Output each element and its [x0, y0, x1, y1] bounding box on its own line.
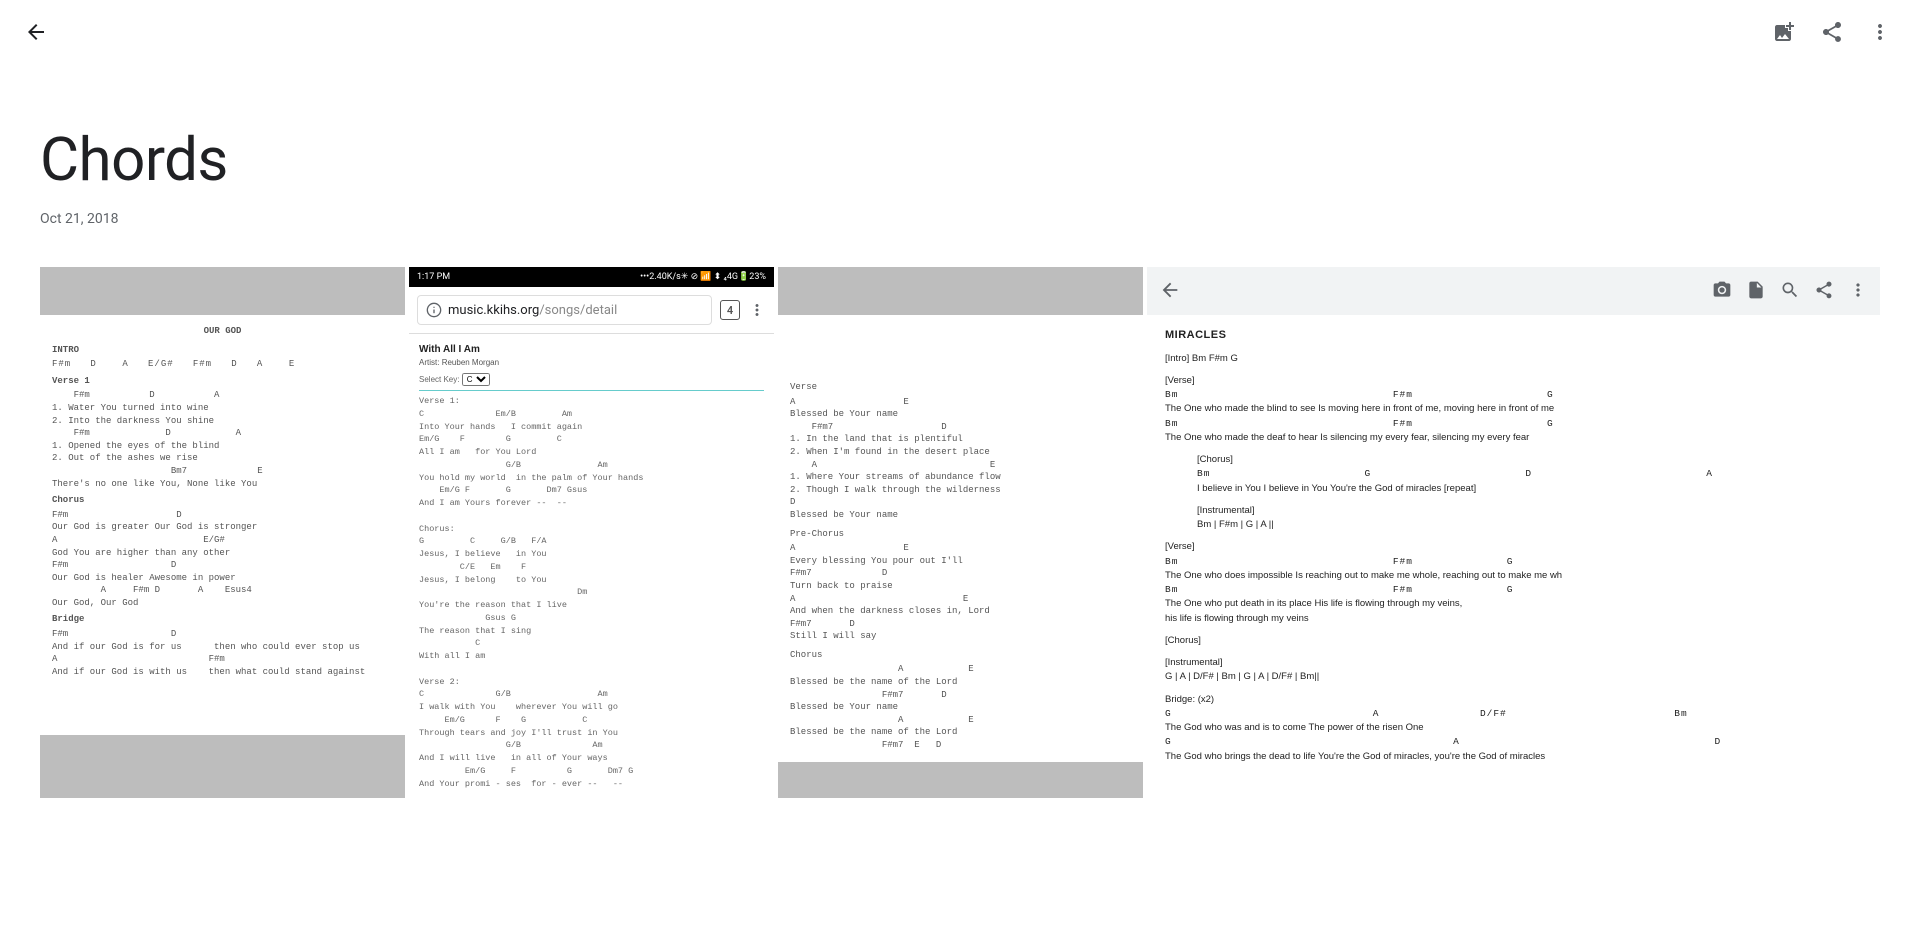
mobile-status-bar: 1:17 PM ••• 2.40K/s ✳ ⊘ 📶 ⬍ ₄ 4G 🔋 23% [409, 267, 774, 287]
lens-toolbar [1147, 267, 1880, 315]
song-title: MIRACLES [1165, 327, 1862, 344]
photo-with-all-i-am[interactable]: 1:17 PM ••• 2.40K/s ✳ ⊘ 📶 ⬍ ₄ 4G 🔋 23% m… [409, 267, 774, 798]
add-photos-button[interactable] [1760, 8, 1808, 56]
browser-url-bar: music.kkihs.org/songs/detail 4 [409, 287, 774, 334]
album-header: Chords Oct 21, 2018 [0, 64, 1920, 267]
lens-share-icon [1814, 280, 1834, 303]
browser-more-icon [748, 301, 766, 319]
tab-count: 4 [720, 300, 740, 320]
photo-blessed-be-your-name[interactable]: Verse A E Blessed be Your name F#m7 D 1.… [778, 267, 1143, 798]
more-vert-icon [1868, 20, 1892, 44]
lens-back-button [1159, 279, 1181, 304]
photo-miracles[interactable]: MIRACLES [Intro] Bm F#m G [Verse] Bm F#m… [1147, 267, 1880, 798]
camera-icon [1712, 280, 1732, 303]
lens-more-icon [1848, 280, 1868, 303]
photo-our-god[interactable]: OUR GOD INTRO F#m D A E/G# F#m D A E Ver… [40, 267, 405, 798]
arrow-left-icon [1159, 279, 1181, 301]
album-title: Chords [40, 124, 1880, 195]
content-scroll[interactable]: Chords Oct 21, 2018 OUR GOD INTRO F#m D … [0, 64, 1920, 951]
add-photo-icon [1772, 20, 1796, 44]
file-icon [1746, 280, 1766, 303]
photo-grid: OUR GOD INTRO F#m D A E/G# F#m D A E Ver… [0, 267, 1920, 798]
search-icon [1780, 280, 1800, 303]
top-toolbar [0, 0, 1920, 64]
more-options-button[interactable] [1856, 8, 1904, 56]
share-button[interactable] [1808, 8, 1856, 56]
song-title: With All I Am [419, 342, 764, 357]
back-button[interactable] [16, 12, 56, 52]
share-icon [1820, 20, 1844, 44]
info-icon [426, 302, 442, 318]
key-select: C [462, 373, 490, 386]
url-input: music.kkihs.org/songs/detail [417, 295, 712, 325]
arrow-left-icon [24, 20, 48, 44]
song-title: OUR GOD [52, 325, 393, 338]
album-date: Oct 21, 2018 [40, 211, 1880, 227]
